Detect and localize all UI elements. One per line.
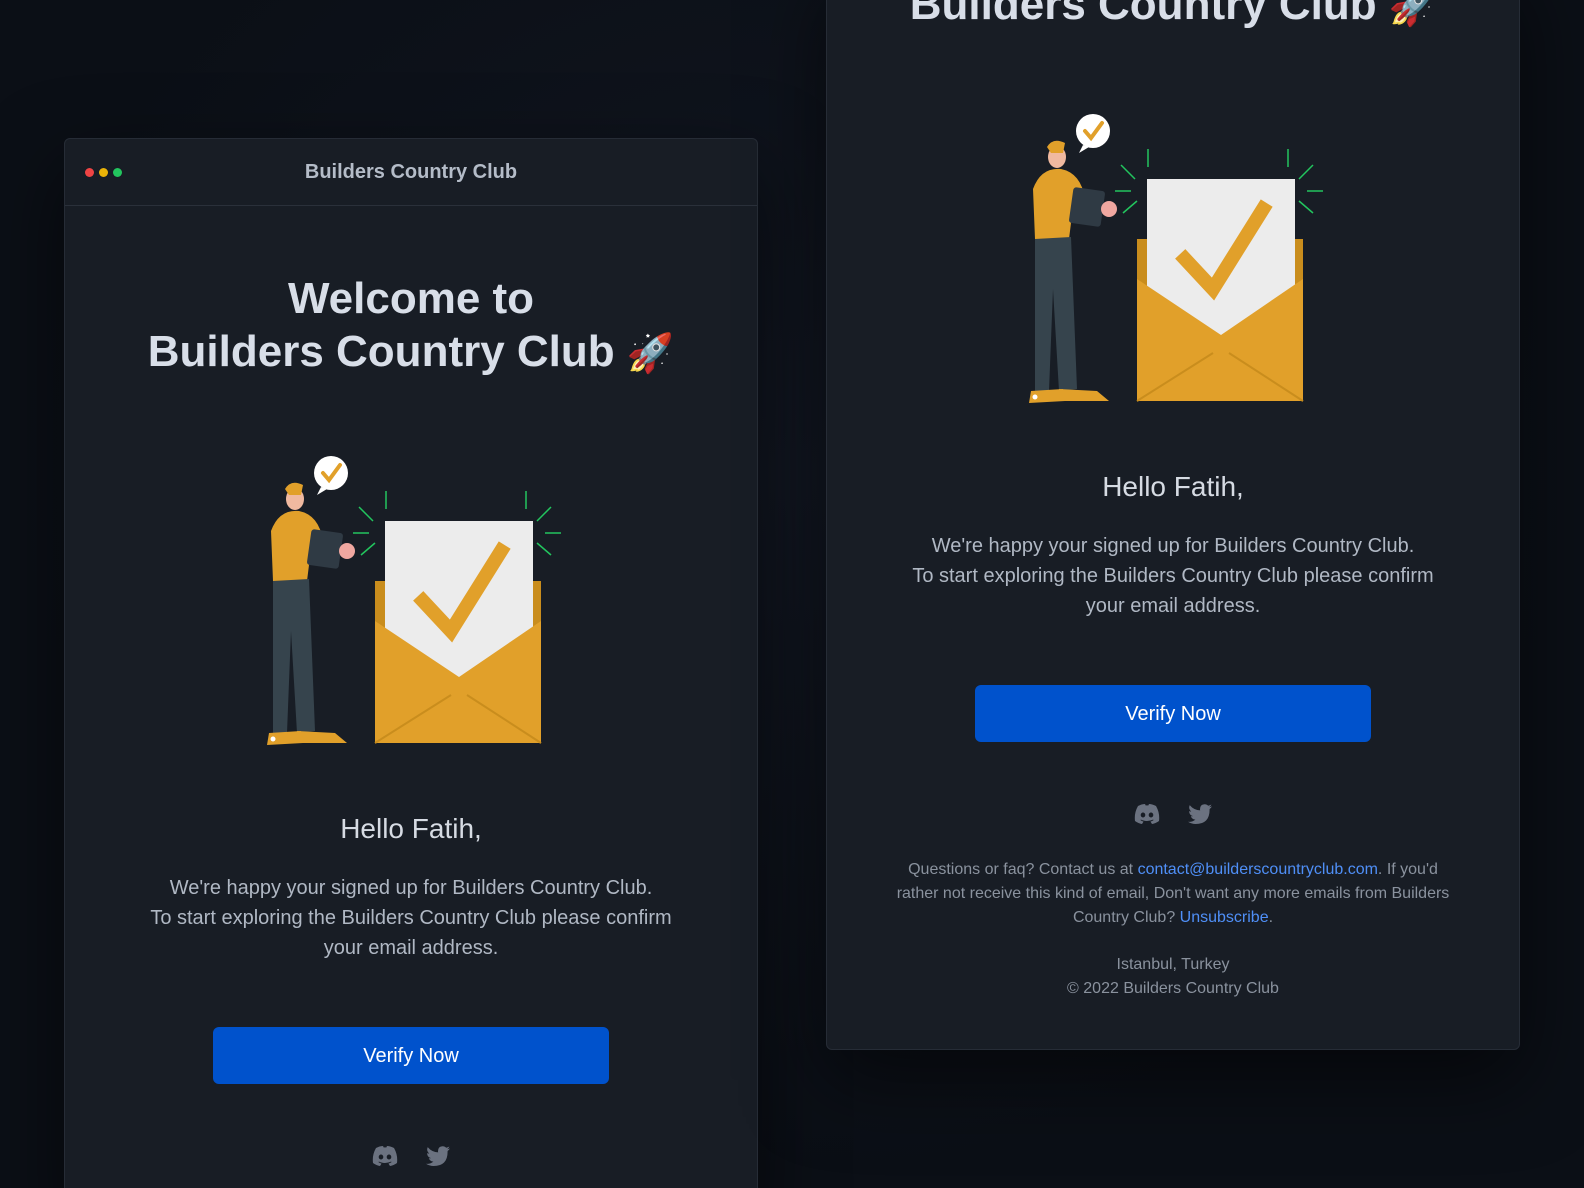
footer-address: Istanbul, Turkey © 2022 Builders Country…	[827, 953, 1519, 1001]
twitter-icon[interactable]	[1188, 804, 1212, 824]
email-headline-partial: Builders Country Club 🚀	[827, 0, 1519, 34]
discord-icon[interactable]	[372, 1146, 398, 1166]
canvas: Builders Country Club Welcome to Builder…	[0, 0, 1584, 1188]
discord-icon[interactable]	[1134, 804, 1160, 824]
rocket-emoji: 🚀	[626, 333, 675, 375]
message-line2: To start exploring the Builders Country …	[912, 565, 1434, 617]
verification-illustration	[267, 456, 561, 745]
greeting: Hello Fatih,	[340, 813, 482, 844]
twitter-icon[interactable]	[426, 1146, 450, 1166]
headline-line1: Welcome to	[287, 274, 535, 323]
footer-suffix: .	[1268, 909, 1274, 926]
social-links	[827, 804, 1519, 824]
greeting: Hello Fatih,	[1102, 471, 1244, 502]
window-titlebar: Builders Country Club	[65, 139, 757, 206]
social-links	[65, 1146, 757, 1166]
headline-line2: Builders Country Club	[147, 327, 615, 376]
footer-contact: Questions or faq? Contact us at contact@…	[827, 858, 1519, 930]
verification-illustration	[1029, 114, 1323, 403]
verify-now-button[interactable]: Verify Now	[213, 1027, 609, 1084]
contact-email-link[interactable]: contact@builderscountryclub.com	[1138, 861, 1378, 878]
message-line1: We're happy your signed up for Builders …	[931, 535, 1415, 557]
verify-now-button[interactable]: Verify Now	[975, 685, 1371, 742]
email-preview-window: Builders Country Club Welcome to Builder…	[64, 138, 758, 1188]
email-headline: Welcome to Builders Country Club 🚀	[65, 272, 757, 381]
message-line2: To start exploring the Builders Country …	[150, 907, 672, 959]
window-title: Builders Country Club	[304, 161, 518, 183]
copyright-text: © 2022 Builders Country Club	[1067, 980, 1279, 997]
email-body: Welcome to Builders Country Club 🚀 Hello…	[65, 206, 757, 1166]
location-text: Istanbul, Turkey	[1116, 956, 1230, 973]
welcome-message: We're happy your signed up for Builders …	[65, 873, 757, 963]
headline-line2: Builders Country Club	[909, 0, 1377, 29]
email-preview-scrolled: Builders Country Club 🚀 Hello Fatih, We'…	[826, 0, 1520, 1050]
rocket-emoji: 🚀	[1388, 0, 1437, 28]
message-line1: We're happy your signed up for Builders …	[169, 877, 653, 899]
footer-prefix: Questions or faq? Contact us at	[908, 861, 1138, 878]
email-body-scrolled: Builders Country Club 🚀 Hello Fatih, We'…	[827, 0, 1519, 1001]
unsubscribe-link[interactable]: Unsubscribe	[1180, 909, 1269, 926]
welcome-message: We're happy your signed up for Builders …	[827, 531, 1519, 621]
